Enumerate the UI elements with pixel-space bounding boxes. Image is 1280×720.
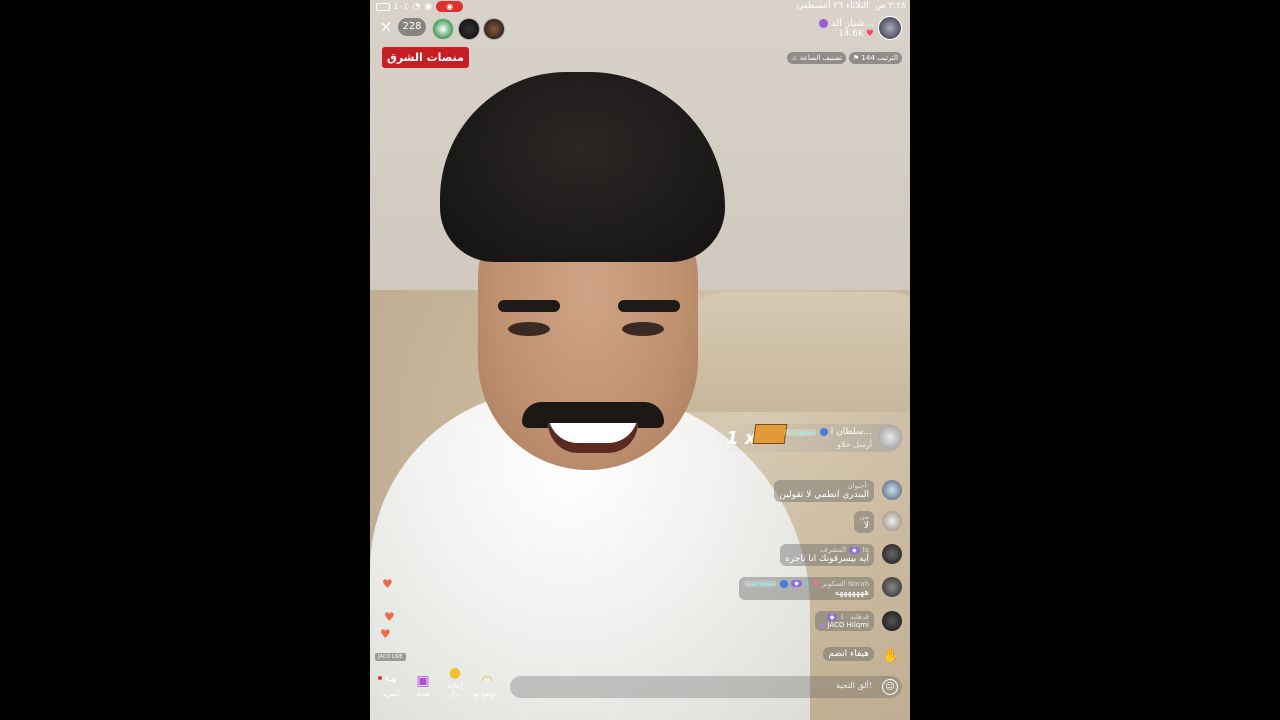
coin-icon: ●: [448, 665, 462, 681]
floating-heart-icon: ♥: [380, 627, 391, 641]
comment-tag: مشجع جديد: [743, 580, 778, 587]
comment-avatar[interactable]: [882, 480, 902, 500]
brand-logo: منصات الشرق: [382, 47, 469, 68]
gift-button[interactable]: ▣ هدية: [408, 673, 438, 698]
level-icon: ◆: [826, 613, 838, 621]
jaco-logo-icon: ◈: [819, 621, 826, 629]
comment-text: لا: [863, 521, 869, 531]
gift-text: أرسل حلاو: [837, 440, 872, 449]
hour-badge-label: تصنيف الساعة: [799, 54, 842, 62]
streamer-brow-left: [498, 300, 560, 312]
badge-icon: [780, 579, 789, 588]
join-notice-text: هيفاء انضم: [828, 649, 869, 659]
gift-count: 1 x: [726, 428, 757, 449]
comment-avatar[interactable]: [882, 511, 902, 531]
gift-label: هدية: [416, 690, 430, 698]
host-likes-count: 14.6K: [837, 28, 864, 39]
comment-text: ايه بيسرقونك انا تاجره: [785, 554, 869, 564]
streamer-hair: [440, 72, 725, 262]
recording-indicator[interactable]: ◉: [436, 1, 464, 12]
floating-heart-icon: ♥: [382, 577, 393, 591]
comment-user: قدهلنه ٤٠: [840, 613, 869, 621]
comment-item: المشرف ◆ lq ايه بيسرقونك انا تاجره: [780, 544, 874, 566]
repost-button[interactable]: ● إعادة ال...: [440, 665, 470, 698]
heart-icon: ♥: [812, 579, 820, 588]
bottom-bar: ↪ المزيد ▣ هدية ● إعادة ال... ◠ وضع تع..…: [370, 665, 910, 720]
emoji-icon[interactable]: ☺: [882, 679, 898, 695]
gift-box-icon: [752, 424, 788, 444]
gift-sender-avatar[interactable]: [878, 425, 902, 449]
wave-hand-icon[interactable]: ✋: [880, 645, 902, 667]
more-label: المزيد: [382, 690, 400, 698]
comment-input[interactable]: ألق التحية! ☺: [510, 676, 902, 698]
comment-item: أجنوان- البندري انطمي لا تقولين: [774, 480, 874, 502]
rank-badge-label: الترتيب 144: [861, 54, 898, 62]
battery-level: ٤٠٪: [394, 1, 409, 12]
gift-sender-name: سلطان ا...: [830, 427, 872, 437]
viewer-avatar-2[interactable]: [458, 18, 480, 40]
comment-user: مي: [859, 513, 869, 521]
repost-label: إعادة ال...: [447, 682, 463, 698]
trophy-icon: ⚑: [852, 54, 860, 62]
gift-icon: ▣: [416, 673, 430, 689]
ribbon-icon: ⧗: [804, 579, 810, 587]
streamer-eye-right: [622, 322, 664, 336]
comment-item: ◆ قدهلنه ٤٠ ◈ JACO Hilqmi: [814, 611, 874, 631]
join-notice: هيفاء انضم: [823, 647, 874, 661]
wifi-icon: ◔: [412, 1, 421, 12]
comment-user: أجنوان-: [847, 482, 869, 490]
host-name: شنار الد...: [830, 17, 874, 29]
close-icon[interactable]: ×: [378, 18, 394, 36]
viewer-avatar-1[interactable]: [432, 18, 454, 40]
status-time: ٣:٢٨ ص: [874, 1, 906, 11]
comment-input-placeholder: ألق التحية!: [835, 681, 872, 690]
verified-icon: [818, 18, 828, 28]
gift-sender-tag: مشجع جديد: [783, 428, 817, 436]
comment-item: مي لا: [854, 511, 874, 533]
comment-avatar[interactable]: [882, 611, 902, 631]
signal-icon: ◉: [424, 1, 433, 12]
battery-icon: [376, 2, 390, 11]
badge-icon: [819, 428, 828, 436]
viewer-count[interactable]: 228: [398, 18, 426, 36]
comment-item: مشجع جديد ◆ ⧗ ♥ السكوتر Norah هههههههه: [738, 577, 874, 600]
comment-text: البندري انطمي لا تقولين: [779, 490, 869, 500]
comment-extra: ◈ JACO Hilqmi: [819, 621, 869, 629]
share-icon: ↪: [385, 673, 397, 689]
streamer-eye-left: [508, 322, 550, 336]
comment-tag: المشرف: [820, 546, 846, 554]
comment-user: السكوتر Norah: [822, 579, 869, 588]
live-stream-screen: ٤٠٪ ◔ ◉ ◉ الثلاثاء ٢٦ أغسطس ٣:٢٨ ص × 228…: [370, 0, 910, 720]
mode-button[interactable]: ◠ وضع تع...: [472, 673, 502, 698]
flame-icon: ♨: [791, 54, 798, 62]
streamer-brow-right: [618, 300, 680, 312]
jaco-live-tag: JACO LIVE: [375, 653, 406, 661]
host-info[interactable]: شنار الد... 14.6K ♥: [818, 14, 902, 42]
gift-sender: مشجع جديد سلطان ا...: [783, 427, 872, 437]
floating-heart-icon: ♥: [384, 610, 395, 624]
rank-badge[interactable]: ⚑ الترتيب 144: [848, 52, 902, 64]
comment-avatar[interactable]: [882, 544, 902, 564]
comment-avatar[interactable]: [882, 577, 902, 597]
comment-user: lq: [862, 546, 869, 554]
status-date: الثلاثاء ٢٦ أغسطس: [796, 1, 869, 11]
host-avatar[interactable]: [878, 16, 902, 40]
level-icon: ◆: [848, 546, 860, 554]
viewer-avatar-3[interactable]: [483, 18, 505, 40]
level-icon: ◆: [791, 580, 802, 587]
comment-text: هههههههه: [834, 588, 869, 598]
more-button[interactable]: ↪ المزيد: [376, 673, 406, 698]
status-bar: ٤٠٪ ◔ ◉ ◉ الثلاثاء ٢٦ أغسطس ٣:٢٨ ص: [370, 0, 910, 14]
heart-icon: ♥: [865, 28, 874, 39]
mode-label: وضع تع...: [473, 690, 501, 698]
background-sofa-back: [670, 292, 910, 412]
record-icon: ◉: [446, 2, 454, 11]
hour-ranking-badge[interactable]: ♨ تصنيف الساعة: [787, 52, 846, 64]
handshake-icon: ◠: [480, 673, 494, 689]
